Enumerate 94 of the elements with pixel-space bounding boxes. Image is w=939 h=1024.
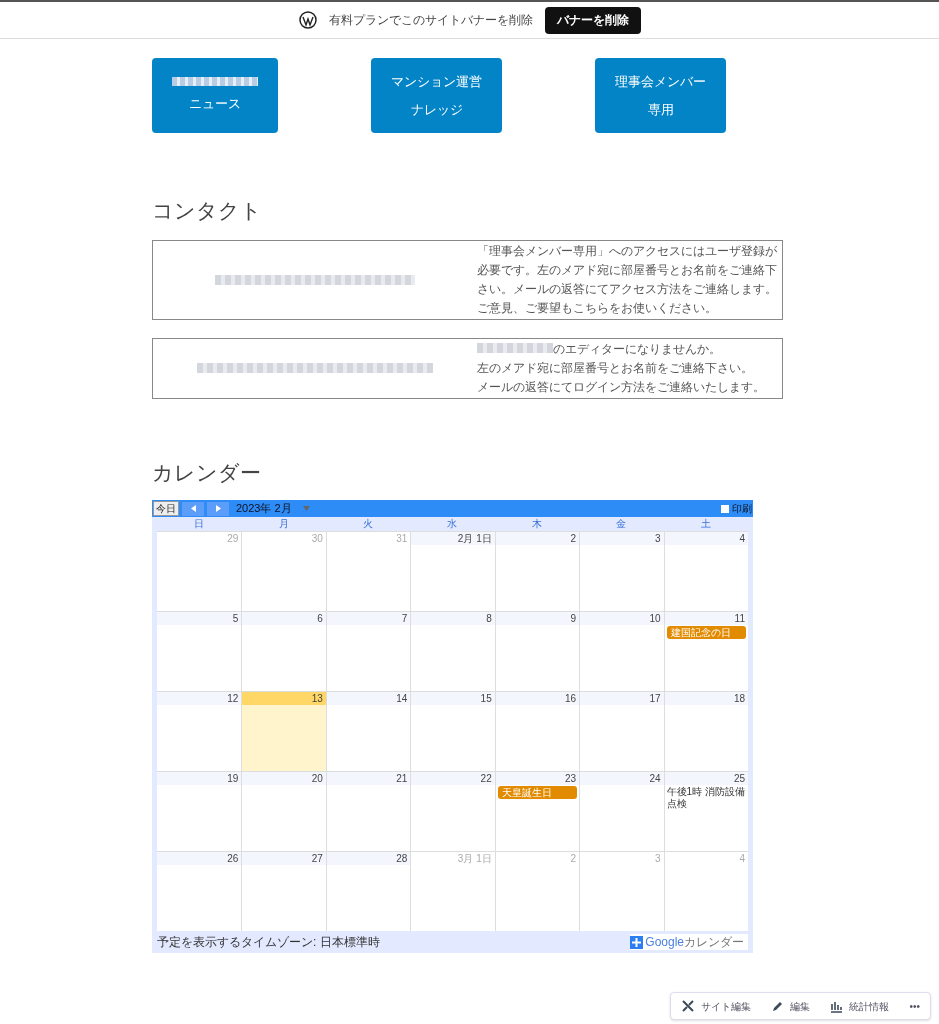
day-number: 22 bbox=[411, 772, 495, 785]
day-cell[interactable]: 6 bbox=[241, 612, 326, 691]
day-cell[interactable]: 2月 1日 bbox=[410, 532, 495, 611]
day-number: 3 bbox=[580, 532, 664, 545]
day-number: 3 bbox=[654, 852, 662, 865]
day-number: 25 bbox=[664, 772, 748, 785]
day-number: 2 bbox=[569, 852, 578, 865]
day-number: 20 bbox=[242, 772, 326, 785]
toolbar-button[interactable]: ••• bbox=[909, 998, 920, 1014]
day-number: 28 bbox=[326, 852, 411, 865]
day-number: 17 bbox=[580, 692, 664, 705]
day-cell[interactable]: 9 bbox=[494, 612, 580, 691]
day-number: 11 bbox=[664, 612, 748, 625]
day-cell[interactable]: 3 bbox=[579, 532, 664, 611]
plus-icon bbox=[630, 935, 644, 949]
toolbar-button[interactable]: 統計情報 bbox=[830, 998, 890, 1014]
nav-button[interactable]: マンション運営 ナレッジ bbox=[371, 58, 502, 133]
day-number: 9 bbox=[495, 612, 580, 625]
day-cell[interactable]: 23 天皇誕生日 bbox=[494, 772, 580, 851]
banner-text: 有料プランでこのサイトバナーを削除 bbox=[328, 12, 533, 29]
day-cell[interactable]: 27 bbox=[241, 852, 326, 931]
day-number: 30 bbox=[310, 532, 324, 545]
day-number: 5 bbox=[157, 612, 242, 625]
dropdown-icon[interactable] bbox=[302, 506, 310, 511]
contact-text: 「理事会メンバー専用」へのアクセスにはユーザ登録が 必要です。左のメアド宛に部屋番号とお名前をご連絡下 さい。メールの返答にてアクセス方法をご連絡します。 ご意見、ご要望もこちらをお使いください。 bbox=[477, 243, 777, 316]
toolbar-button[interactable]: サイト編集 bbox=[681, 998, 752, 1014]
nav-button[interactable]: 理事会メンバー 専用 bbox=[595, 58, 726, 133]
today-button[interactable]: 今日 bbox=[153, 501, 179, 516]
bar-chart-icon bbox=[830, 999, 844, 1013]
day-number: 15 bbox=[411, 692, 495, 705]
day-number: 7 bbox=[326, 612, 411, 625]
day-number: 8 bbox=[411, 612, 495, 625]
day-cell[interactable]: 11 建国記念の日 bbox=[663, 612, 748, 691]
weekday-label: 土 bbox=[699, 517, 712, 531]
day-number: 18 bbox=[664, 692, 748, 705]
day-cell[interactable]: 21 bbox=[325, 772, 411, 851]
day-number: 24 bbox=[580, 772, 664, 785]
pencil-icon bbox=[771, 999, 785, 1013]
previous-button[interactable] bbox=[182, 501, 204, 516]
day-cell[interactable]: 24 bbox=[579, 772, 664, 851]
day-number: 21 bbox=[326, 772, 411, 785]
section-heading: コンタクト bbox=[152, 198, 263, 224]
day-number: 4 bbox=[664, 532, 748, 545]
wordpress-logo-icon bbox=[298, 11, 317, 29]
day-cell[interactable]: 18 bbox=[663, 692, 748, 771]
day-number: 29 bbox=[226, 532, 240, 545]
day-cell[interactable]: 13 bbox=[241, 692, 326, 771]
nav-button[interactable]: ニュース bbox=[152, 58, 278, 133]
weekday-label: 火 bbox=[362, 517, 375, 531]
day-number: 19 bbox=[157, 772, 242, 785]
day-number: 27 bbox=[242, 852, 326, 865]
google-calendar-link[interactable]: Googleカレンダー bbox=[630, 934, 748, 950]
day-cell[interactable]: 20 bbox=[241, 772, 326, 851]
day-number: 3月 1日 bbox=[456, 852, 493, 865]
day-number: 12 bbox=[157, 692, 242, 705]
day-number: 10 bbox=[580, 612, 664, 625]
day-cell[interactable]: 22 bbox=[410, 772, 495, 851]
weekday-label: 金 bbox=[615, 517, 628, 531]
day-number: 16 bbox=[495, 692, 580, 705]
print-link[interactable]: 印刷 bbox=[732, 501, 752, 516]
weekday-label: 水 bbox=[446, 517, 459, 531]
day-number: 13 bbox=[242, 692, 326, 705]
day-cell[interactable]: 28 bbox=[325, 852, 411, 931]
calendar-event[interactable]: 午後1時 消防設備点検 bbox=[666, 786, 746, 810]
day-number: 6 bbox=[242, 612, 326, 625]
day-cell[interactable]: 16 bbox=[494, 692, 580, 771]
day-cell[interactable]: 8 bbox=[410, 612, 495, 691]
day-cell[interactable]: 10 bbox=[579, 612, 664, 691]
day-cell[interactable]: 2 bbox=[494, 532, 580, 611]
contact-text: のエディターになりませんか。 左のメアド宛に部屋番号とお名前をご連絡下さい。 メールの返答にてログイン方法をご連絡いたします。 bbox=[477, 341, 765, 395]
right-arrow-icon bbox=[215, 505, 221, 512]
day-cell[interactable]: 7 bbox=[325, 612, 411, 691]
day-number: 26 bbox=[157, 852, 242, 865]
weekday-label: 月 bbox=[277, 517, 290, 531]
day-cell[interactable]: 14 bbox=[325, 692, 411, 771]
next-button[interactable] bbox=[207, 501, 229, 516]
month-title: 2023年 2月 bbox=[236, 501, 292, 517]
weekday-label: 日 bbox=[193, 517, 206, 531]
weekday-label: 木 bbox=[530, 517, 543, 531]
day-number: 2 bbox=[495, 532, 580, 545]
section-heading: カレンダー bbox=[152, 459, 262, 486]
day-number: 2月 1日 bbox=[411, 532, 495, 545]
day-number: 14 bbox=[326, 692, 411, 705]
timezone-text: 予定を表示するタイムゾーン: 日本標準時 bbox=[157, 934, 380, 951]
day-number: 4 bbox=[738, 852, 746, 865]
day-cell[interactable]: 25 午後1時 消防設備点検 bbox=[663, 772, 748, 851]
day-cell[interactable]: 17 bbox=[579, 692, 664, 771]
toolbar-button[interactable]: 編集 bbox=[771, 998, 811, 1014]
day-cell[interactable]: 15 bbox=[410, 692, 495, 771]
left-arrow-icon bbox=[190, 505, 196, 512]
day-number: 23 bbox=[495, 772, 580, 785]
day-number: 31 bbox=[395, 532, 409, 545]
remove-banner-button[interactable]: バナーを削除 bbox=[544, 6, 641, 34]
day-cell[interactable]: 4 bbox=[663, 532, 748, 611]
